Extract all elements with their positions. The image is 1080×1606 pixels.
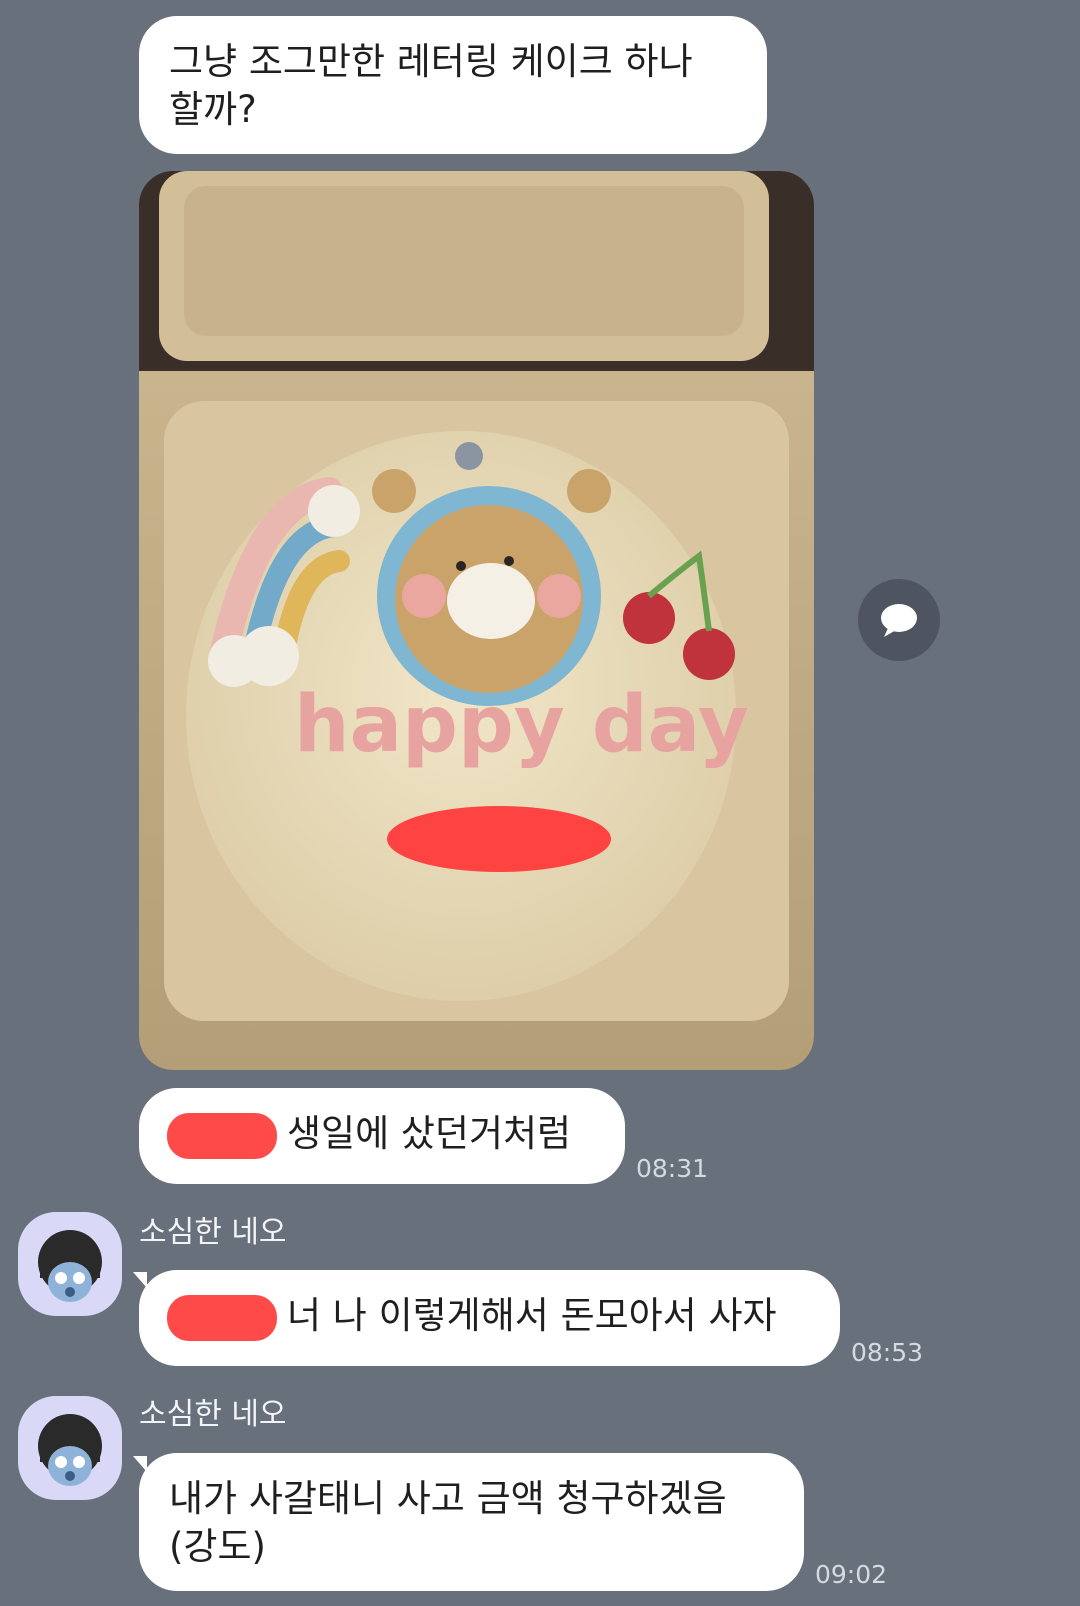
message-bubble-1[interactable]: 그냥 조그만한 레터링 케이크 하나 할까? — [139, 16, 767, 154]
neo-character-icon — [38, 1230, 102, 1302]
cake-image: happy day — [139, 171, 814, 1070]
speech-bubble-icon — [881, 604, 917, 637]
message-time-2: 08:31 — [636, 1154, 709, 1183]
redaction-mark — [167, 1112, 277, 1159]
cake-lettering: happy day — [294, 680, 749, 770]
share-button[interactable] — [858, 579, 940, 661]
sender-name: 소심한 네오 — [139, 1397, 287, 1432]
cake-photo[interactable]: happy day — [139, 171, 814, 1070]
redaction-mark — [167, 1294, 277, 1341]
message-time-3: 08:53 — [851, 1338, 924, 1367]
neo-character-icon — [38, 1414, 102, 1486]
message-text-3: 너 나 이렇게해서 돈모아서 사자 — [287, 1294, 777, 1337]
message-bubble-2[interactable]: 생일에 샀던거처럼 — [139, 1088, 625, 1184]
sender-name: 소심한 네오 — [139, 1215, 287, 1250]
avatar[interactable] — [18, 1212, 122, 1316]
message-text-4: 내가 사갈태니 사고 금액 청구하겠음 (강도) — [169, 1477, 727, 1568]
message-bubble-3[interactable]: 너 나 이렇게해서 돈모아서 사자 — [139, 1270, 840, 1366]
avatar[interactable] — [18, 1396, 122, 1500]
message-text-2: 생일에 샀던거처럼 — [287, 1112, 572, 1155]
message-time-4: 09:02 — [815, 1560, 888, 1589]
message-text-1: 그냥 조그만한 레터링 케이크 하나 할까? — [169, 40, 693, 131]
message-bubble-4[interactable]: 내가 사갈태니 사고 금액 청구하겠음 (강도) — [139, 1453, 804, 1591]
